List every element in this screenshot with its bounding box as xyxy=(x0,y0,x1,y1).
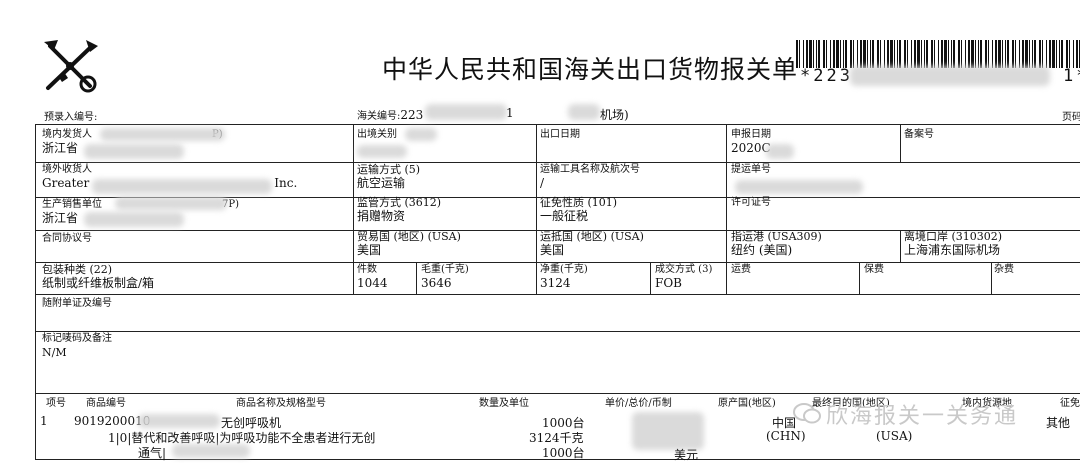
bill-no-cell: 提运单号 xyxy=(731,164,771,175)
row-name-line3: 通气| xyxy=(138,446,167,460)
freight-cell: 运费 xyxy=(731,264,751,275)
export-date-cell: 出口日期 xyxy=(540,129,580,140)
row-seq: 1 xyxy=(40,414,48,428)
row-origin-line2: (CHN) xyxy=(766,429,806,443)
customs-emblem-logo xyxy=(44,40,98,93)
deal-mode-cell: 成交方式 (3) FOB xyxy=(655,264,713,290)
pieces-cell: 件数 1044 xyxy=(357,264,388,290)
exit-port-suffix: 机场) xyxy=(600,108,629,122)
col-qty: 数量及单位 xyxy=(479,398,529,409)
tax-nature-cell: 征免性质 (101) 一般征税 xyxy=(540,196,618,223)
customs-no-tail: 1 xyxy=(506,106,514,120)
gross-weight-cell: 毛重(千克) 3646 xyxy=(421,264,469,290)
col-tax: 征免 xyxy=(1060,398,1080,409)
row-currency: 美元 xyxy=(674,448,699,462)
trade-country-cell: 贸易国 (地区) (USA) 美国 xyxy=(357,230,461,257)
col-seq: 项号 xyxy=(46,398,66,409)
wechat-icon xyxy=(793,403,821,424)
attached-docs-cell: 随附单证及编号 xyxy=(42,298,112,309)
row-tax: 其他 xyxy=(1046,416,1071,430)
col-price: 单价/总价/币制 xyxy=(605,398,672,409)
col-code: 商品编号 xyxy=(86,398,126,409)
license-cell: 许可证号 xyxy=(731,197,771,208)
transport-tool-cell: 运输工具名称及航次号 / xyxy=(540,164,640,190)
col-origin: 原产国(地区) xyxy=(718,398,776,409)
supervision-cell: 监管方式 (3612) 捐赠物资 xyxy=(357,196,442,223)
watermark-text: 欣海报关一关务通 xyxy=(826,404,1019,429)
row-qty-line3: 1000台 xyxy=(542,446,585,460)
pre-entry-label: 预录入编号: xyxy=(44,112,98,123)
misc-fee-cell: 杂费 xyxy=(994,264,1014,275)
page-label: 页码 xyxy=(1062,112,1080,123)
insurance-cell: 保费 xyxy=(864,264,884,275)
arrival-country-cell: 运抵国 (地区) (USA) 美国 xyxy=(540,230,644,257)
contract-cell: 合同协议号 xyxy=(42,233,92,244)
package-cell: 包装种类 (22) 纸制或纤维板制盒/箱 xyxy=(42,263,155,290)
net-weight-cell: 净重(千克) 3124 xyxy=(540,264,588,290)
barcode xyxy=(796,40,1080,68)
col-name: 商品名称及规格型号 xyxy=(236,398,326,409)
declare-date-cell: 申报日期 2020C xyxy=(731,129,771,155)
page-title: 中华人民共和国海关出口货物报关单 xyxy=(382,55,799,84)
transport-mode-cell: 运输方式 (5) 航空运输 xyxy=(357,163,421,190)
exit-customs-cell: 出境关别 xyxy=(357,129,397,140)
customs-no-label: 海关编号:223 xyxy=(357,108,424,122)
exit-port-cell: 离境口岸 (310302) 上海浦东国际机场 xyxy=(904,230,1003,257)
row-dest-line2: (USA) xyxy=(876,429,913,443)
record-no-cell: 备案号 xyxy=(904,129,934,140)
dest-port-cell: 指运港 (USA309) 纽约 (美国) xyxy=(731,230,822,257)
marks-cell: 标记唛码及备注 N/M xyxy=(42,333,112,359)
